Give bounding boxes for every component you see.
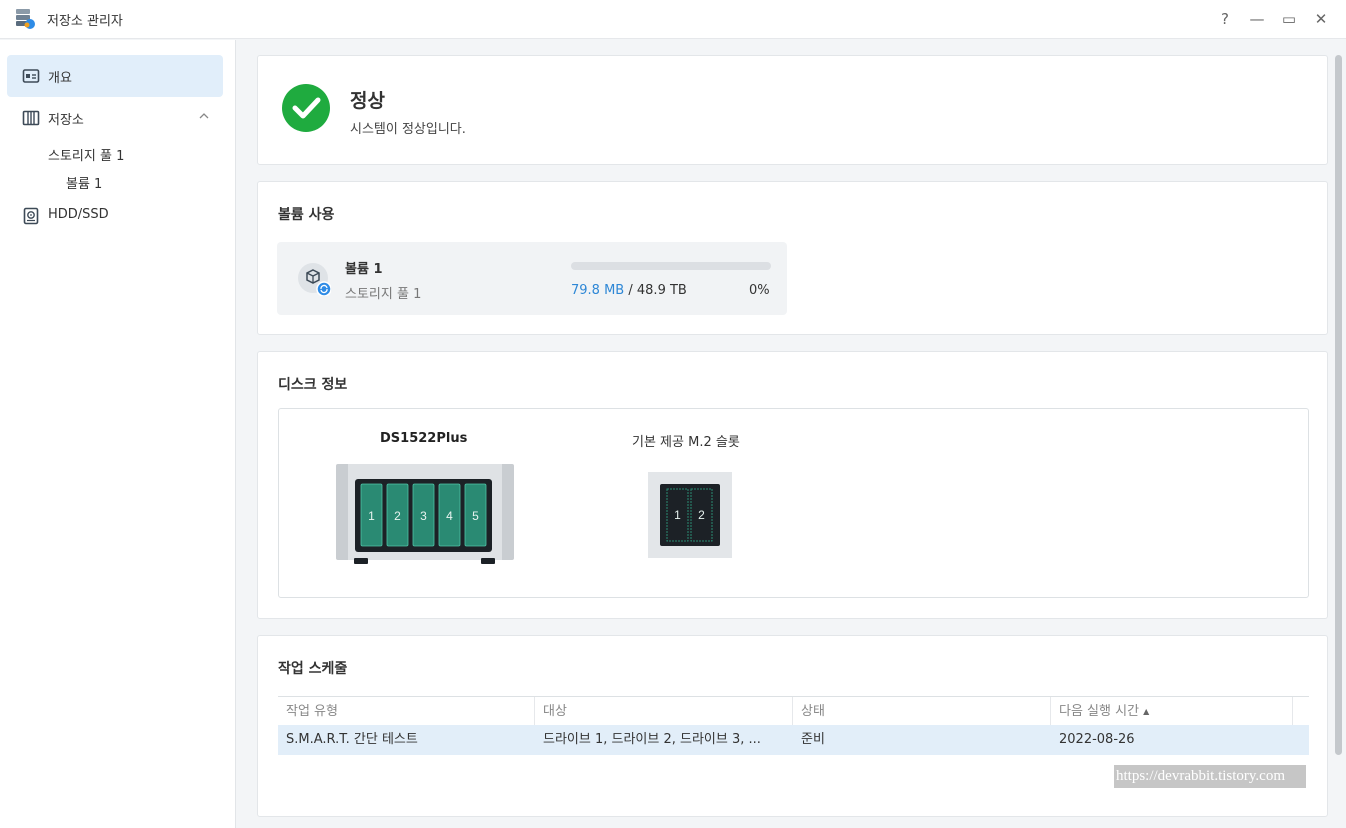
maximize-button[interactable]: ▭ — [1279, 9, 1299, 29]
watermark-url: https://devrabbit.tistory.com — [1114, 765, 1306, 788]
drive-bay-4[interactable]: 4 — [438, 483, 461, 547]
cell-next-run: 2022-08-26 — [1059, 732, 1135, 747]
svg-text:3: 3 — [420, 509, 427, 523]
sort-ascending-icon: ▲ — [1143, 707, 1150, 716]
column-header-next-run[interactable]: 다음 실행 시간 ▲ — [1051, 697, 1293, 726]
column-header-target[interactable]: 대상 — [535, 697, 793, 726]
column-header-task-type[interactable]: 작업 유형 — [278, 697, 535, 726]
status-card: 정상 시스템이 정상입니다. — [257, 55, 1328, 165]
storage-icon — [22, 110, 40, 126]
status-title: 정상 — [350, 90, 385, 112]
title-bar: 저장소 관리자 ? — ▭ ✕ — [0, 0, 1346, 39]
table-header: 작업 유형 대상 상태 다음 실행 시간 ▲ — [278, 696, 1309, 726]
disk-info-panel: DS1522Plus 12345 기본 제공 M.2 슬롯 12 — [278, 408, 1309, 598]
nas-device-image: 1 2 3 4 5 — [336, 464, 514, 564]
sidebar: 개요 저장소 스토리지 풀 1 볼륨 1 HDD/SSD — [0, 40, 236, 828]
task-schedule-title: 작업 스케줄 — [278, 661, 348, 677]
volume-usage-progress-bar — [571, 262, 771, 270]
volume-usage-value: 79.8 MB / 48.9 TB — [571, 283, 687, 298]
vertical-scrollbar[interactable] — [1335, 55, 1342, 755]
chevron-up-icon[interactable] — [197, 109, 211, 123]
drive-bay-3[interactable]: 3 — [412, 483, 435, 547]
volume-usage-title: 볼륨 사용 — [278, 207, 335, 223]
svg-text:2: 2 — [698, 508, 705, 522]
disk-info-title: 디스크 정보 — [278, 377, 348, 393]
task-schedule-card: 작업 스케줄 작업 유형 대상 상태 다음 실행 시간 ▲ S.M.A.R.T.… — [257, 635, 1328, 817]
window-title: 저장소 관리자 — [47, 14, 123, 29]
disk-info-card: 디스크 정보 DS1522Plus 12345 기본 제공 M.2 슬롯 12 — [257, 351, 1328, 619]
minimize-button[interactable]: — — [1247, 9, 1267, 29]
storage-manager-app-icon — [16, 9, 35, 29]
cell-status: 준비 — [801, 732, 825, 747]
table-row[interactable]: S.M.A.R.T. 간단 테스트 드라이브 1, 드라이브 2, 드라이브 3… — [278, 725, 1309, 755]
volume-name: 볼륨 1 — [345, 262, 383, 277]
cell-task-type: S.M.A.R.T. 간단 테스트 — [286, 732, 418, 747]
sidebar-item-hdd-ssd[interactable]: HDD/SSD — [7, 195, 223, 237]
status-description: 시스템이 정상입니다. — [350, 122, 466, 137]
help-button[interactable]: ? — [1215, 9, 1235, 29]
hdd-icon — [23, 207, 39, 225]
sidebar-item-volume[interactable]: 볼륨 1 — [66, 173, 102, 192]
svg-text:2: 2 — [394, 509, 401, 523]
svg-text:1: 1 — [674, 508, 681, 522]
column-header-status[interactable]: 상태 — [793, 697, 1051, 726]
volume-pool-name: 스토리지 풀 1 — [345, 287, 422, 302]
volume-usage-percent: 0% — [749, 283, 770, 298]
sidebar-item-label: 저장소 — [48, 113, 84, 128]
overview-icon — [22, 69, 40, 83]
drive-bay-1[interactable]: 1 — [360, 483, 383, 547]
svg-text:1: 1 — [368, 509, 375, 523]
drive-bay-2[interactable]: 2 — [386, 483, 409, 547]
svg-text:5: 5 — [472, 509, 479, 523]
close-button[interactable]: ✕ — [1311, 9, 1331, 29]
svg-text:4: 4 — [446, 509, 453, 523]
sidebar-item-label: HDD/SSD — [48, 207, 109, 222]
m2-slot-image: 12 — [648, 472, 732, 558]
volume-icon — [298, 263, 331, 296]
m2-slot-title: 기본 제공 M.2 슬롯 — [632, 435, 740, 450]
volume-usage-card: 볼륨 사용 볼륨 1 스토리지 풀 1 79.8 MB / 48.9 TB 0% — [257, 181, 1328, 335]
check-circle-icon — [282, 84, 330, 132]
sidebar-item-overview[interactable]: 개요 — [7, 55, 223, 97]
volume-usage-item[interactable]: 볼륨 1 스토리지 풀 1 79.8 MB / 48.9 TB 0% — [277, 242, 787, 315]
cell-target: 드라이브 1, 드라이브 2, 드라이브 3, ... — [543, 732, 761, 747]
sidebar-item-storage-pool[interactable]: 스토리지 풀 1 — [48, 145, 124, 164]
drive-bay-5[interactable]: 5 — [464, 483, 487, 547]
sidebar-item-storage[interactable]: 저장소 — [7, 97, 223, 139]
device-model-name: DS1522Plus — [380, 431, 468, 446]
sidebar-item-label: 개요 — [48, 71, 72, 86]
